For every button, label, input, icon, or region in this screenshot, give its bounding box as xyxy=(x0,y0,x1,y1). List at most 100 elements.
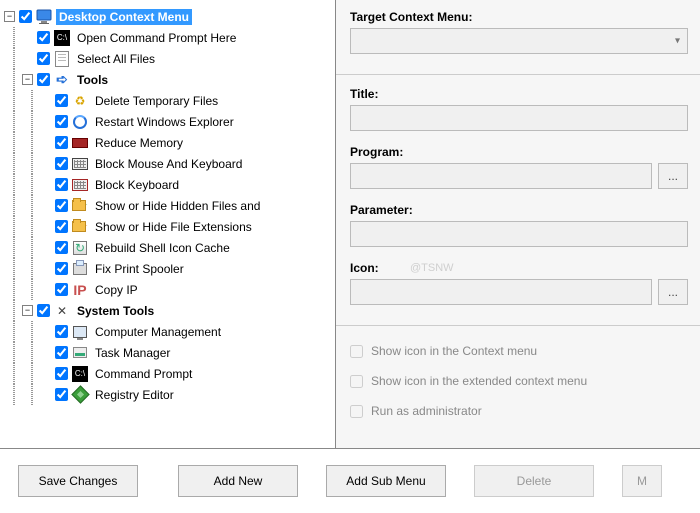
taskmgr-icon xyxy=(72,345,88,361)
folder-icon: ✦ xyxy=(72,219,88,235)
title-label: Title: xyxy=(350,87,688,101)
node-checkbox[interactable] xyxy=(55,346,68,359)
target-combo[interactable] xyxy=(350,28,688,54)
node-label[interactable]: Block Keyboard xyxy=(92,177,182,193)
run-admin-checkbox[interactable] xyxy=(350,405,363,418)
parameter-label: Parameter: xyxy=(350,203,688,217)
tree-node-system-tools[interactable]: − ✕ System Tools xyxy=(4,300,331,321)
node-checkbox[interactable] xyxy=(55,94,68,107)
tree-node[interactable]: Restart Windows Explorer xyxy=(4,111,331,132)
node-label[interactable]: Delete Temporary Files xyxy=(92,93,221,109)
arrow-icon: ➪ xyxy=(54,72,70,88)
tree-node[interactable]: C:\ Open Command Prompt Here xyxy=(4,27,331,48)
main-split: − Desktop Context Menu C:\ Open Command … xyxy=(0,0,700,449)
recycle-icon: ♻ xyxy=(72,93,88,109)
node-label[interactable]: Computer Management xyxy=(92,324,224,340)
node-checkbox[interactable] xyxy=(55,388,68,401)
program-browse-button[interactable]: ... xyxy=(658,163,688,189)
node-checkbox[interactable] xyxy=(55,262,68,275)
show-icon-ext-checkbox[interactable] xyxy=(350,375,363,388)
tree-node[interactable]: ✦Show or Hide Hidden Files and xyxy=(4,195,331,216)
monitor-icon xyxy=(36,9,52,25)
cmd-icon: C:\ xyxy=(54,30,70,46)
tree-node[interactable]: Block Keyboard xyxy=(4,174,331,195)
tree-node[interactable]: ✦Show or Hide File Extensions xyxy=(4,216,331,237)
tree-node[interactable]: C:\Command Prompt xyxy=(4,363,331,384)
expander-icon[interactable]: − xyxy=(4,11,15,22)
tree-node[interactable]: Select All Files xyxy=(4,48,331,69)
node-checkbox[interactable] xyxy=(37,304,50,317)
expander-icon[interactable]: − xyxy=(22,74,33,85)
ram-icon xyxy=(72,135,88,151)
node-label[interactable]: Open Command Prompt Here xyxy=(74,30,239,46)
computer-icon xyxy=(72,324,88,340)
ip-icon: IP xyxy=(72,282,88,298)
ie-icon xyxy=(72,114,88,130)
tree-node[interactable]: Computer Management xyxy=(4,321,331,342)
node-label[interactable]: Command Prompt xyxy=(92,366,195,382)
node-label[interactable]: Show or Hide File Extensions xyxy=(92,219,255,235)
form-panel: Target Context Menu: ▾ Title: Program: .… xyxy=(335,0,700,448)
add-submenu-button[interactable]: Add Sub Menu xyxy=(326,465,446,497)
node-label[interactable]: Rebuild Shell Icon Cache xyxy=(92,240,233,256)
node-label[interactable]: Show or Hide Hidden Files and xyxy=(92,198,263,214)
node-label[interactable]: Block Mouse And Keyboard xyxy=(92,156,245,172)
node-checkbox[interactable] xyxy=(55,178,68,191)
registry-icon xyxy=(72,387,88,403)
node-label[interactable]: System Tools xyxy=(74,303,157,319)
save-button[interactable]: Save Changes xyxy=(18,465,138,497)
node-label[interactable]: Copy IP xyxy=(92,282,141,298)
tree-node[interactable]: Registry Editor xyxy=(4,384,331,405)
keyboard-icon xyxy=(72,156,88,172)
tree-node[interactable]: Reduce Memory xyxy=(4,132,331,153)
node-label[interactable]: Fix Print Spooler xyxy=(92,261,187,277)
tree-node[interactable]: ↻Rebuild Shell Icon Cache xyxy=(4,237,331,258)
delete-button[interactable]: Delete xyxy=(474,465,594,497)
program-input[interactable] xyxy=(350,163,652,189)
cache-icon: ↻ xyxy=(72,240,88,256)
tree-node[interactable]: Block Mouse And Keyboard xyxy=(4,153,331,174)
bottom-toolbar: Save Changes Add New Add Sub Menu Delete… xyxy=(0,449,700,513)
node-checkbox[interactable] xyxy=(55,157,68,170)
parameter-input[interactable] xyxy=(350,221,688,247)
run-admin-label: Run as administrator xyxy=(371,404,482,418)
node-label[interactable]: Desktop Context Menu xyxy=(56,9,192,25)
node-checkbox[interactable] xyxy=(55,136,68,149)
node-checkbox[interactable] xyxy=(55,367,68,380)
divider xyxy=(336,325,700,326)
icon-input[interactable] xyxy=(350,279,652,305)
cmd-icon: C:\ xyxy=(72,366,88,382)
tree-node[interactable]: Fix Print Spooler xyxy=(4,258,331,279)
node-checkbox[interactable] xyxy=(19,10,32,23)
expander-icon[interactable]: − xyxy=(22,305,33,316)
node-label[interactable]: Task Manager xyxy=(92,345,173,361)
node-label[interactable]: Restart Windows Explorer xyxy=(92,114,237,130)
node-checkbox[interactable] xyxy=(55,325,68,338)
node-checkbox[interactable] xyxy=(37,73,50,86)
node-checkbox[interactable] xyxy=(37,31,50,44)
icon-browse-button[interactable]: ... xyxy=(658,279,688,305)
add-new-button[interactable]: Add New xyxy=(178,465,298,497)
tree-node[interactable]: Task Manager xyxy=(4,342,331,363)
node-label[interactable]: Reduce Memory xyxy=(92,135,186,151)
node-checkbox[interactable] xyxy=(55,283,68,296)
icon-label: Icon: xyxy=(350,261,688,275)
node-label[interactable]: Select All Files xyxy=(74,51,158,67)
tree-node-root[interactable]: − Desktop Context Menu xyxy=(4,6,331,27)
target-label: Target Context Menu: xyxy=(350,10,688,24)
node-checkbox[interactable] xyxy=(55,199,68,212)
node-checkbox[interactable] xyxy=(55,115,68,128)
tree-node[interactable]: ♻Delete Temporary Files xyxy=(4,90,331,111)
show-icon-ctx-checkbox[interactable] xyxy=(350,345,363,358)
tree-node[interactable]: IPCopy IP xyxy=(4,279,331,300)
title-input[interactable] xyxy=(350,105,688,131)
node-checkbox[interactable] xyxy=(55,220,68,233)
tree-node-tools[interactable]: − ➪ Tools xyxy=(4,69,331,90)
node-label[interactable]: Tools xyxy=(74,72,111,88)
menu-tree[interactable]: − Desktop Context Menu C:\ Open Command … xyxy=(4,6,331,405)
document-icon xyxy=(54,51,70,67)
node-label[interactable]: Registry Editor xyxy=(92,387,177,403)
node-checkbox[interactable] xyxy=(37,52,50,65)
node-checkbox[interactable] xyxy=(55,241,68,254)
more-button[interactable]: M xyxy=(622,465,662,497)
